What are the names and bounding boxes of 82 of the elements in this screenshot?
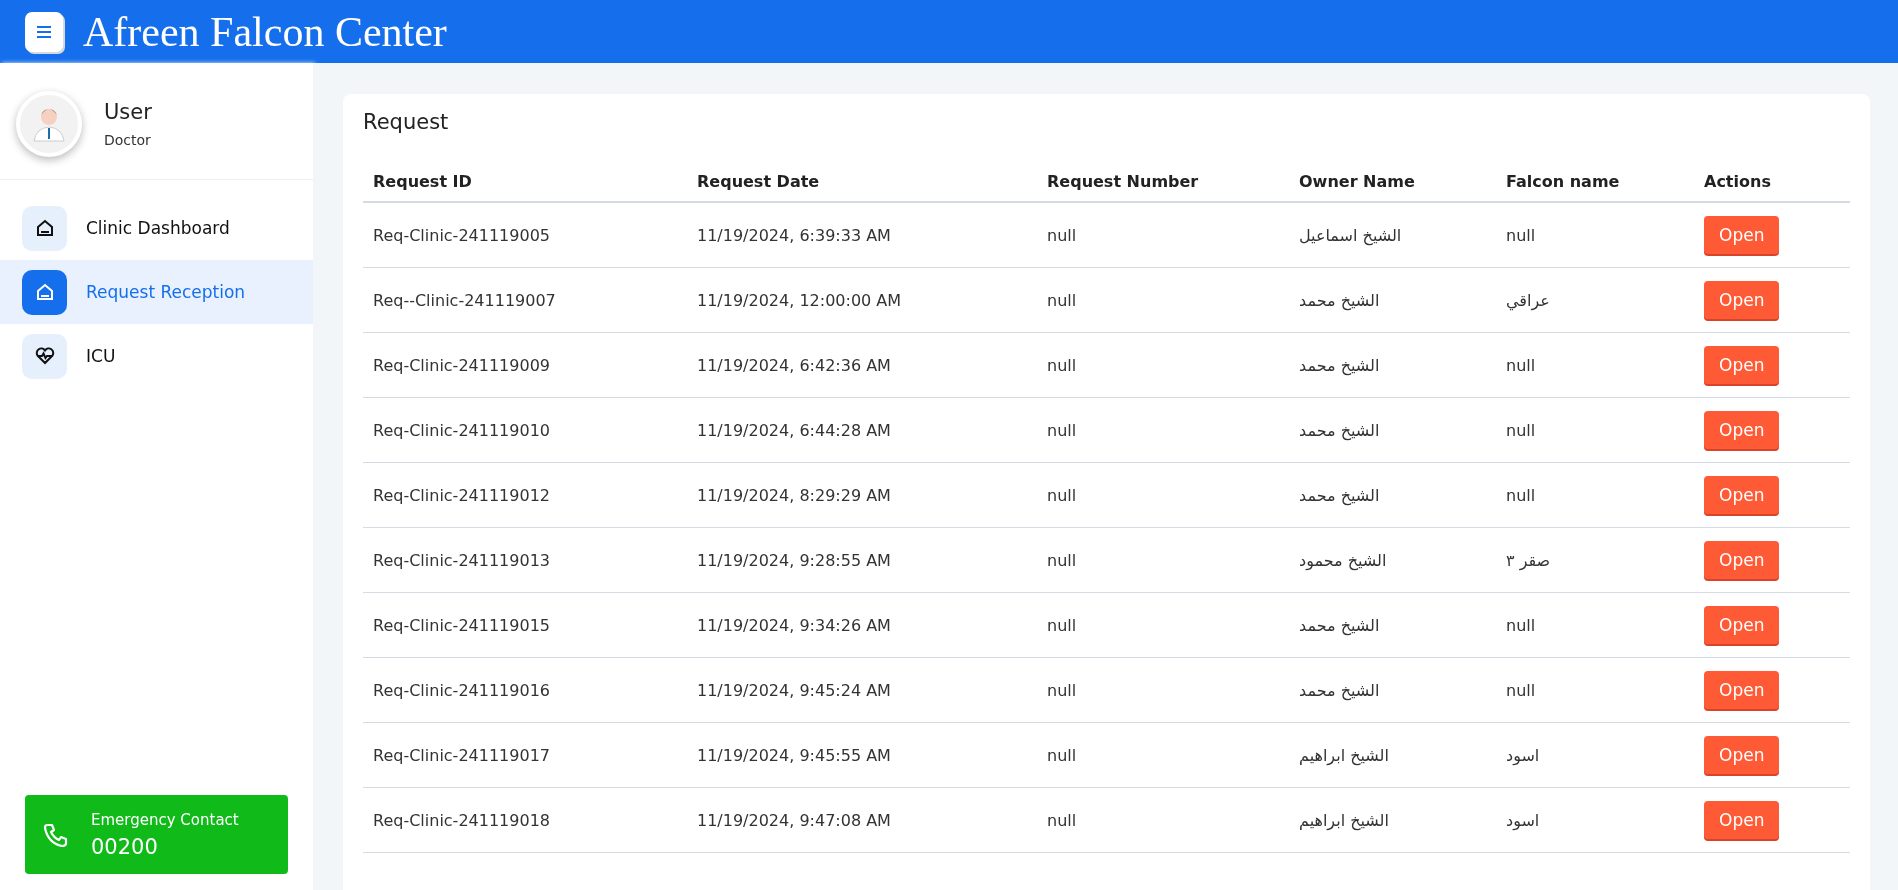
table-cell: Req--Clinic-241119007: [373, 290, 556, 310]
emergency-number: 00200: [91, 834, 159, 859]
open-button[interactable]: Open: [1704, 281, 1780, 319]
table-cell: null: [1506, 485, 1536, 505]
table-cell: الشيخ محمد: [1299, 355, 1380, 375]
table-cell: الشيخ محمد: [1299, 680, 1380, 700]
table-cell: عراقي: [1506, 290, 1550, 310]
table-cell: null: [1047, 485, 1077, 505]
app-title: Afreen Falcon Center: [83, 7, 447, 56]
table-cell: اسود: [1506, 745, 1540, 765]
open-button[interactable]: Open: [1704, 476, 1780, 514]
heartbeat-icon: [34, 347, 55, 365]
table-cell: Req-Clinic-241119012: [373, 485, 550, 505]
table-cell: Req-Clinic-241119009: [373, 355, 550, 375]
table-cell: Req-Clinic-241119005: [373, 225, 550, 245]
table-cell: الشيخ محمد: [1299, 420, 1380, 440]
table-cell: null: [1506, 355, 1536, 375]
open-button[interactable]: Open: [1704, 346, 1780, 384]
table-cell: null: [1047, 355, 1077, 375]
home-icon: [35, 283, 54, 301]
table-cell: Req-Clinic-241119018: [373, 810, 550, 830]
table-cell: null: [1506, 615, 1536, 635]
menu-button[interactable]: [25, 11, 63, 52]
home-icon: [35, 219, 54, 237]
table-cell: null: [1047, 810, 1077, 830]
open-button[interactable]: Open: [1704, 801, 1780, 839]
open-button[interactable]: Open: [1704, 216, 1780, 254]
table-cell: null: [1506, 680, 1536, 700]
table-cell: اسود: [1506, 810, 1540, 830]
column-header: Request Number: [1037, 172, 1289, 202]
table-cell: الشيخ محمد: [1299, 290, 1380, 310]
table-cell: null: [1506, 225, 1536, 245]
column-header: Actions: [1694, 172, 1850, 202]
table-cell: 11/19/2024, 6:39:33 AM: [697, 225, 891, 245]
table-cell: Req-Clinic-241119016: [373, 680, 550, 700]
column-header: Owner Name: [1289, 172, 1496, 202]
table-cell: null: [1047, 420, 1077, 440]
open-button[interactable]: Open: [1704, 411, 1780, 449]
sidebar-item[interactable]: Clinic Dashboard: [0, 206, 313, 250]
column-header: Request ID: [363, 172, 687, 202]
table-cell: الشيخ ابراهيم: [1299, 810, 1389, 830]
table-cell: null: [1047, 290, 1077, 310]
table-cell: Req-Clinic-241119015: [373, 615, 550, 635]
table-cell: Req-Clinic-241119017: [373, 745, 550, 765]
table-cell: null: [1047, 680, 1077, 700]
table-cell: null: [1047, 745, 1077, 765]
card-title: Request: [363, 110, 450, 134]
table-cell: الشيخ محمد: [1299, 485, 1380, 505]
table-cell: الشيخ محمود: [1299, 550, 1387, 570]
open-button[interactable]: Open: [1704, 671, 1780, 709]
phone-icon: [43, 821, 69, 848]
sidebar-item[interactable]: Request Reception: [0, 260, 313, 324]
table-cell: null: [1047, 615, 1077, 635]
table-cell: 11/19/2024, 9:47:08 AM: [697, 810, 891, 830]
user-role: Doctor: [104, 132, 152, 148]
column-header: Falcon name: [1496, 172, 1694, 202]
menu-icon: [36, 24, 52, 39]
open-button[interactable]: Open: [1704, 606, 1780, 644]
table-cell: null: [1047, 225, 1077, 245]
emergency-label: Emergency Contact: [91, 810, 239, 829]
table-cell: 11/19/2024, 12:00:00 AM: [697, 290, 902, 310]
table-cell: الشيخ ابراهيم: [1299, 745, 1389, 765]
table-cell: 11/19/2024, 6:42:36 AM: [697, 355, 891, 375]
table-cell: 11/19/2024, 9:28:55 AM: [697, 550, 891, 570]
column-header: Request Date: [687, 172, 1037, 202]
table-cell: الشيخ اسماعيل: [1299, 225, 1402, 245]
table-cell: 11/19/2024, 9:34:26 AM: [697, 615, 891, 635]
table-cell: null: [1506, 420, 1536, 440]
table-cell: الشيخ محمد: [1299, 615, 1380, 635]
open-button[interactable]: Open: [1704, 541, 1780, 579]
table-cell: 11/19/2024, 9:45:24 AM: [697, 680, 891, 700]
table-cell: Req-Clinic-241119013: [373, 550, 550, 570]
table-cell: null: [1047, 550, 1077, 570]
table-cell: صقر ٣: [1506, 550, 1551, 570]
emergency-contact-card[interactable]: Emergency Contact 00200: [25, 795, 288, 874]
table-cell: 11/19/2024, 6:44:28 AM: [697, 420, 891, 440]
sidebar-item[interactable]: ICU: [0, 334, 313, 378]
table-cell: Req-Clinic-241119010: [373, 420, 550, 440]
table-cell: 11/19/2024, 8:29:29 AM: [697, 485, 891, 505]
user-name: User: [104, 100, 152, 124]
open-button[interactable]: Open: [1704, 736, 1780, 774]
table-cell: 11/19/2024, 9:45:55 AM: [697, 745, 891, 765]
